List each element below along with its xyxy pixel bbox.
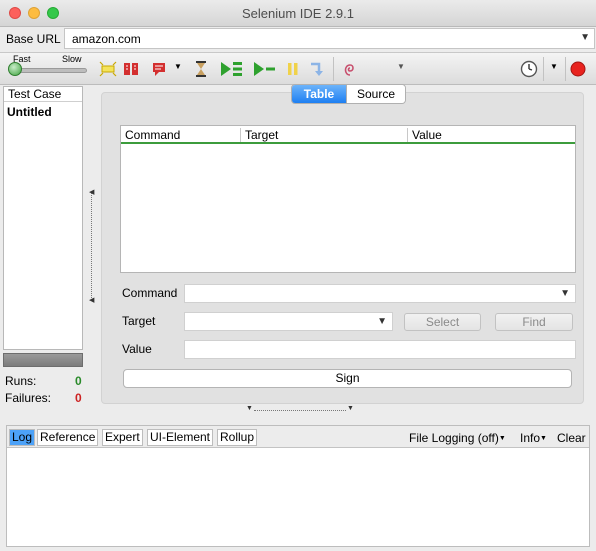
collapse-left-icon[interactable]: ◀: [89, 296, 94, 304]
runs-count: 0: [75, 374, 82, 388]
tab-log[interactable]: Log: [9, 429, 36, 446]
command-field[interactable]: ▼: [184, 284, 576, 303]
target-dropdown-icon[interactable]: ▼: [377, 316, 387, 327]
schedule-icon[interactable]: [520, 59, 538, 79]
target-field[interactable]: ▼: [184, 312, 393, 331]
log-tab-bar: Log Reference Expert UI-Element Rollup F…: [7, 426, 589, 448]
base-url-dropdown-icon[interactable]: ▼: [580, 32, 590, 43]
editor-panel: Table Source Command Target Value Comman…: [101, 84, 584, 404]
tab-reference[interactable]: Reference: [37, 429, 99, 446]
log-panel: Log Reference Expert UI-Element Rollup F…: [6, 425, 590, 547]
info-menu[interactable]: Info▼: [520, 431, 547, 445]
column-value: Value: [412, 128, 442, 142]
command-table-header: Command Target Value: [121, 126, 575, 144]
collapse-bottom-icon[interactable]: ▼: [246, 405, 253, 412]
file-logging-menu[interactable]: File Logging (off)▼: [409, 431, 506, 445]
tab-expert[interactable]: Expert: [102, 429, 143, 446]
play-all-icon[interactable]: [220, 59, 244, 79]
toolbar-separator: [333, 57, 334, 81]
record-button[interactable]: [569, 59, 587, 79]
column-command: Command: [121, 128, 241, 142]
base-url-value: amazon.com: [72, 32, 141, 46]
run-progress-bar: [3, 353, 83, 367]
speed-slider-knob[interactable]: [8, 62, 22, 76]
record-menu-dropdown-icon[interactable]: ▼: [174, 62, 182, 82]
base-url-input[interactable]: amazon.com ▼: [64, 28, 595, 49]
base-url-row: Base URL amazon.com ▼: [0, 27, 596, 51]
value-label: Value: [122, 342, 152, 356]
command-label: Command: [122, 286, 178, 300]
base-url-label: Base URL: [6, 32, 61, 46]
editor-view-toggle: Table Source: [291, 84, 406, 104]
play-current-icon[interactable]: [253, 59, 277, 79]
rollup-dropdown-icon[interactable]: ▼: [397, 62, 405, 82]
tab-source[interactable]: Source: [346, 85, 405, 103]
speed-slow-label: Slow: [62, 54, 82, 64]
command-dropdown-icon[interactable]: ▼: [560, 288, 570, 299]
test-case-header: Test Case: [4, 87, 82, 102]
breakpoint-icon[interactable]: [123, 59, 139, 79]
info-dropdown-icon: ▼: [540, 435, 547, 442]
schedule-dropdown-icon[interactable]: ▼: [550, 62, 558, 82]
target-label: Target: [122, 314, 156, 328]
clear-log-button[interactable]: Clear: [557, 431, 586, 445]
find-button[interactable]: Find: [495, 313, 573, 331]
record-menu-icon[interactable]: [151, 59, 167, 79]
rollup-icon[interactable]: [342, 59, 358, 79]
collapse-bottom-icon[interactable]: ▼: [347, 405, 354, 412]
runs-label: Runs:: [5, 374, 37, 388]
failures-label: Failures:: [5, 391, 52, 405]
speed-slider[interactable]: [13, 68, 87, 73]
tab-table[interactable]: Table: [292, 85, 346, 103]
select-button[interactable]: Select: [404, 313, 481, 331]
pause-icon[interactable]: [287, 59, 299, 79]
value-field[interactable]: [184, 340, 576, 359]
tab-ui-element[interactable]: UI-Element: [147, 429, 214, 446]
window-title: Selenium IDE 2.9.1: [241, 6, 354, 21]
vertical-splitter[interactable]: [91, 192, 93, 298]
test-case-item[interactable]: Untitled: [4, 105, 82, 119]
failures-count: 0: [75, 391, 82, 405]
file-logging-label: File Logging (off): [409, 431, 499, 445]
title-bar: Selenium IDE 2.9.1: [0, 0, 596, 27]
test-case-panel: Test Case Untitled: [3, 86, 83, 350]
horizontal-splitter[interactable]: [254, 410, 346, 411]
tab-rollup[interactable]: Rollup: [217, 429, 258, 446]
sign-button[interactable]: Sign: [123, 369, 572, 388]
command-table[interactable]: Command Target Value: [120, 125, 576, 273]
toolbar-separator: [543, 57, 544, 81]
collapse-left-icon[interactable]: ◀: [89, 188, 94, 196]
toolbar-separator: [565, 57, 566, 81]
info-label: Info: [520, 431, 541, 445]
step-icon[interactable]: [309, 59, 325, 79]
pause-timer-icon[interactable]: [194, 59, 208, 79]
highlight-elements-icon[interactable]: [99, 59, 117, 79]
toolbar: Fast Slow ▼ ▼ ▼: [0, 52, 596, 85]
column-target: Target: [241, 128, 408, 142]
file-logging-dropdown-icon: ▼: [498, 435, 506, 442]
